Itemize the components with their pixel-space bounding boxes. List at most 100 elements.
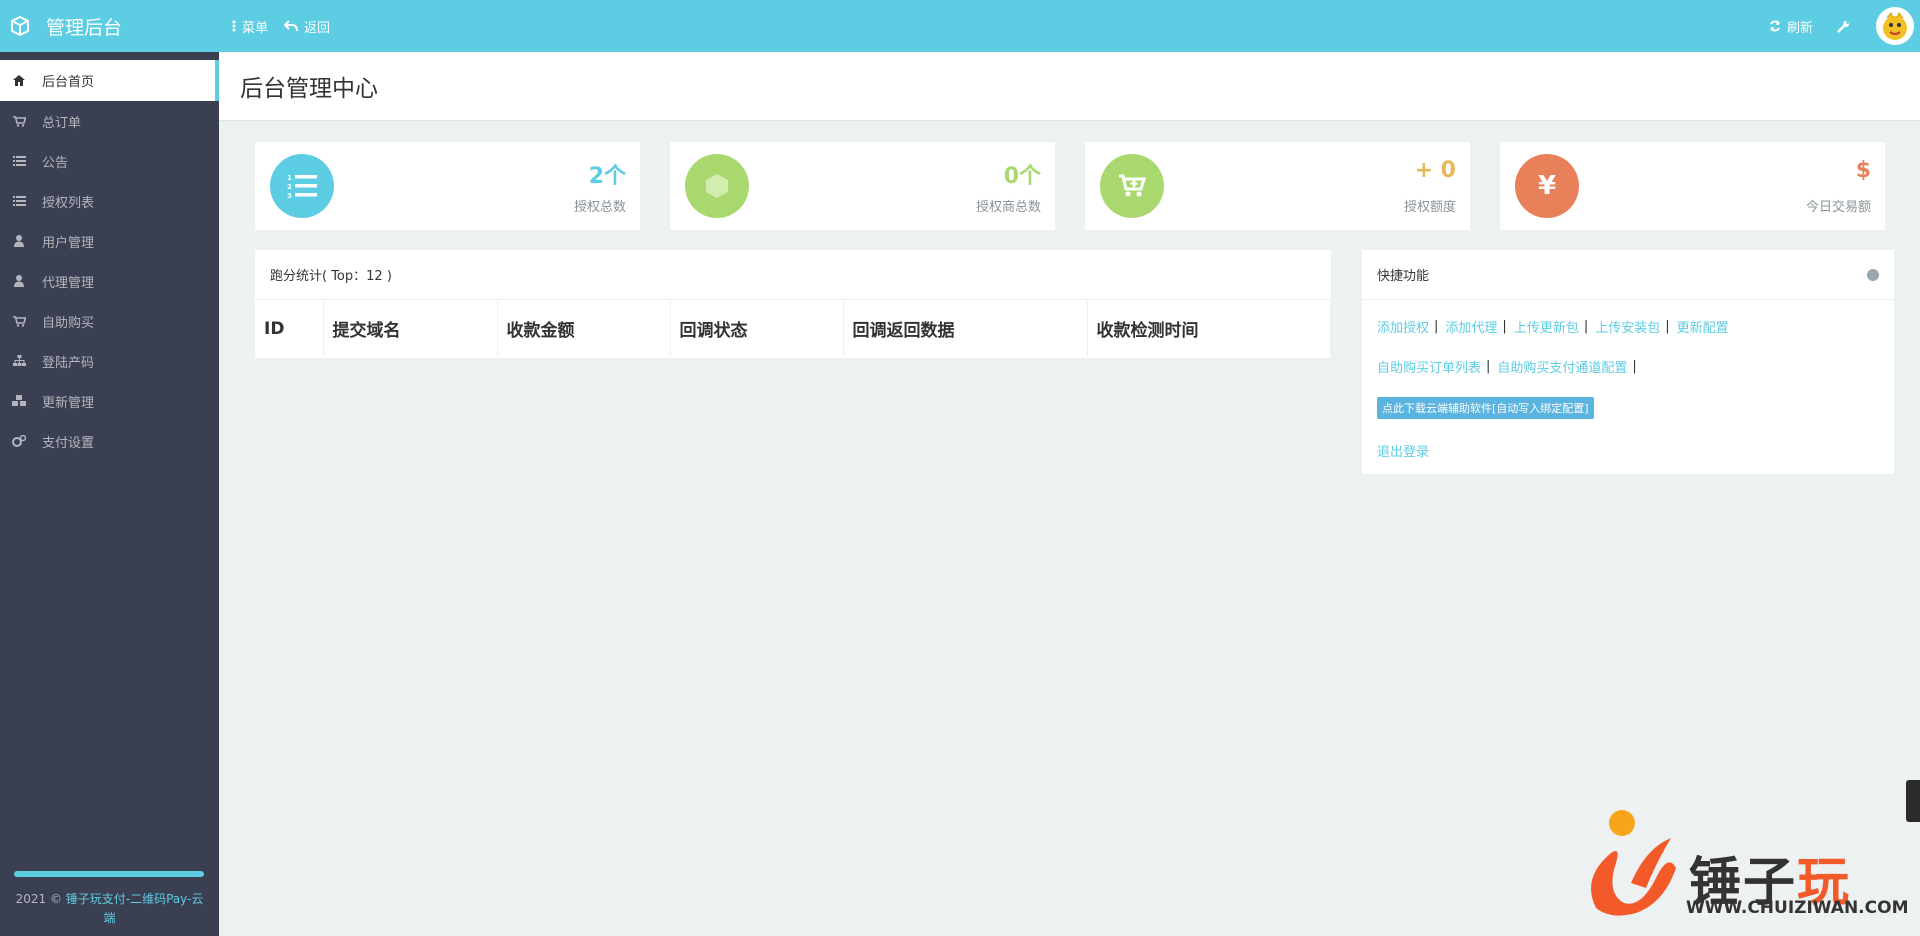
stat-value: + 0 xyxy=(1414,158,1456,183)
column-header[interactable]: 回调状态 xyxy=(670,300,844,357)
sidebar-item-agents[interactable]: 代理管理 xyxy=(0,261,219,301)
back-button[interactable]: 返回 xyxy=(284,17,330,36)
page-title-bar: 后台管理中心 xyxy=(219,52,1920,121)
quick-links-row-2: 自助购买订单列表 | 自助购买支付通道配置 | xyxy=(1377,346,1879,386)
upload-update-link[interactable]: 上传更新包 xyxy=(1514,317,1579,336)
stat-value: 2个 xyxy=(588,164,626,189)
self-purchase-channel-link[interactable]: 自助购买支付通道配置 xyxy=(1497,357,1627,376)
stat-card-dealers: 0个 授权商总数 xyxy=(670,142,1055,230)
footer-copyright: 2021 © xyxy=(15,892,62,906)
brand[interactable]: 管理后台 xyxy=(0,0,219,52)
stat-card-licenses: 123 2个 授权总数 xyxy=(255,142,640,230)
stat-card-today-amount: ¥ $ 今日交易额 xyxy=(1500,142,1885,230)
sidebar-item-label: 公告 xyxy=(42,155,69,171)
brand-title: 管理后台 xyxy=(46,16,123,39)
download-helper-button[interactable]: 点此下载云端辅助软件[自动写入绑定配置] xyxy=(1377,397,1594,419)
column-header[interactable]: 回调返回数据 xyxy=(843,300,1088,357)
sidebar-item-label: 总订单 xyxy=(42,115,82,131)
sidebar-item-licenses[interactable]: 授权列表 xyxy=(0,181,219,221)
refresh-button[interactable]: 刷新 xyxy=(1769,17,1813,36)
ellipsis-vertical-icon xyxy=(232,20,236,32)
status-dot-icon[interactable] xyxy=(1867,269,1879,281)
column-header[interactable]: 收款金额 xyxy=(497,300,671,357)
run-stats-table: ID 提交域名 收款金额 回调状态 回调返回数据 收款检测时间 xyxy=(255,300,1331,357)
sidebar-item-home[interactable]: 后台首页 xyxy=(0,60,219,101)
settings-wrench-button[interactable] xyxy=(1837,20,1850,33)
menu-label: 菜单 xyxy=(242,20,269,36)
menu-button[interactable]: 菜单 xyxy=(232,17,268,36)
stat-label: 授权额度 xyxy=(1403,200,1456,215)
quick-links-row-1: 添加授权 | 添加代理 | 上传更新包 | 上传安装包 | 更新配置 xyxy=(1377,306,1879,346)
sidebar-item-self-purchase[interactable]: 自助购买 xyxy=(0,301,219,341)
stat-value: $ xyxy=(1855,158,1871,183)
sidebar-item-label: 登陆产码 xyxy=(42,355,95,371)
user-avatar[interactable] xyxy=(1876,7,1914,45)
upload-installer-link[interactable]: 上传安装包 xyxy=(1595,317,1660,336)
svg-text:1: 1 xyxy=(287,174,292,182)
user-icon xyxy=(12,234,26,248)
footer-link[interactable]: 锤子玩支付-二维码Pay-云端 xyxy=(66,892,204,925)
sidebar-progress-strip xyxy=(14,871,204,877)
sidebar-item-payment-settings[interactable]: 支付设置 xyxy=(0,421,219,461)
watermark-emblem-icon xyxy=(1591,810,1676,916)
quick-actions-panel: 快捷功能 添加授权 | 添加代理 | 上传更新包 | 上传安装包 | 更新配置 自助购买… xyxy=(1362,250,1894,474)
column-header[interactable]: 收款检测时间 xyxy=(1087,300,1331,357)
stat-label: 授权商总数 xyxy=(975,200,1041,215)
top-header: 管理后台 菜单 返回 刷新 xyxy=(0,0,1920,52)
yen-icon: ¥ xyxy=(1515,154,1579,218)
separator: | xyxy=(1632,358,1637,374)
logout-link[interactable]: 退出登录 xyxy=(1377,441,1429,460)
wrench-icon xyxy=(1837,20,1849,33)
cart-plus-icon xyxy=(1100,154,1164,218)
list-icon xyxy=(12,154,26,168)
sitemap-icon xyxy=(12,354,26,368)
sidebar-item-label: 支付设置 xyxy=(42,435,95,451)
svg-text:2: 2 xyxy=(287,183,292,191)
quick-links-row-3: 点此下载云端辅助软件[自动写入绑定配置] xyxy=(1377,386,1879,430)
column-header[interactable]: 提交域名 xyxy=(323,300,498,357)
cart-icon xyxy=(12,314,26,328)
stat-label: 授权总数 xyxy=(573,200,626,215)
sidebar-item-label: 后台首页 xyxy=(42,75,95,90)
separator: | xyxy=(1502,318,1507,334)
panel-heading: 跑分统计( Top：12 ) xyxy=(255,250,1331,300)
cube-icon xyxy=(10,16,30,36)
panel-heading: 快捷功能 xyxy=(1362,250,1894,300)
back-label: 返回 xyxy=(304,20,331,36)
ordered-list-icon: 123 xyxy=(270,154,334,218)
home-icon xyxy=(12,74,26,88)
sidebar-item-updates[interactable]: 更新管理 xyxy=(0,381,219,421)
sidebar-item-label: 代理管理 xyxy=(42,275,95,291)
table-header-row: ID 提交域名 收款金额 回调状态 回调返回数据 收款检测时间 xyxy=(255,300,1331,357)
sidebar-item-label: 授权列表 xyxy=(42,195,95,211)
stat-card-quota: + 0 授权额度 xyxy=(1085,142,1470,230)
sidebar: 后台首页 总订单 公告 授权列表 用户管理 代理管理 自助购买 登陆产码 更新管… xyxy=(0,52,219,936)
self-purchase-orders-link[interactable]: 自助购买订单列表 xyxy=(1377,357,1481,376)
sidebar-footer: 2021 © 锤子玩支付-二维码Pay-云端 xyxy=(0,890,219,928)
sidebar-item-users[interactable]: 用户管理 xyxy=(0,221,219,261)
separator: | xyxy=(1434,318,1439,334)
add-license-link[interactable]: 添加授权 xyxy=(1377,317,1429,336)
sidebar-item-login-codes[interactable]: 登陆产码 xyxy=(0,341,219,381)
svg-text:3: 3 xyxy=(287,192,292,199)
sidebar-item-announcements[interactable]: 公告 xyxy=(0,141,219,181)
cart-icon xyxy=(12,114,26,128)
run-stats-panel: 跑分统计( Top：12 ) ID 提交域名 收款金额 回调状态 回调返回数据 … xyxy=(255,250,1331,358)
side-scroll-handle[interactable] xyxy=(1906,780,1920,822)
sidebar-item-orders[interactable]: 总订单 xyxy=(0,101,219,141)
page-title: 后台管理中心 xyxy=(240,76,378,102)
stat-value: 0个 xyxy=(1003,164,1041,189)
separator: | xyxy=(1486,358,1491,374)
column-header[interactable]: ID xyxy=(255,300,324,357)
update-config-link[interactable]: 更新配置 xyxy=(1677,317,1729,336)
separator: | xyxy=(1583,318,1589,334)
sidebar-item-label: 用户管理 xyxy=(42,235,95,251)
user-icon xyxy=(12,274,26,288)
add-agent-link[interactable]: 添加代理 xyxy=(1445,317,1497,336)
sidebar-item-label: 更新管理 xyxy=(42,395,95,411)
list-icon xyxy=(12,194,26,208)
refresh-label: 刷新 xyxy=(1786,20,1813,36)
refresh-icon xyxy=(1770,20,1780,32)
watermark-logo: 锤子玩 WWW.CHUIZIWAN.COM xyxy=(1576,808,1909,928)
cubes-icon xyxy=(12,394,26,408)
